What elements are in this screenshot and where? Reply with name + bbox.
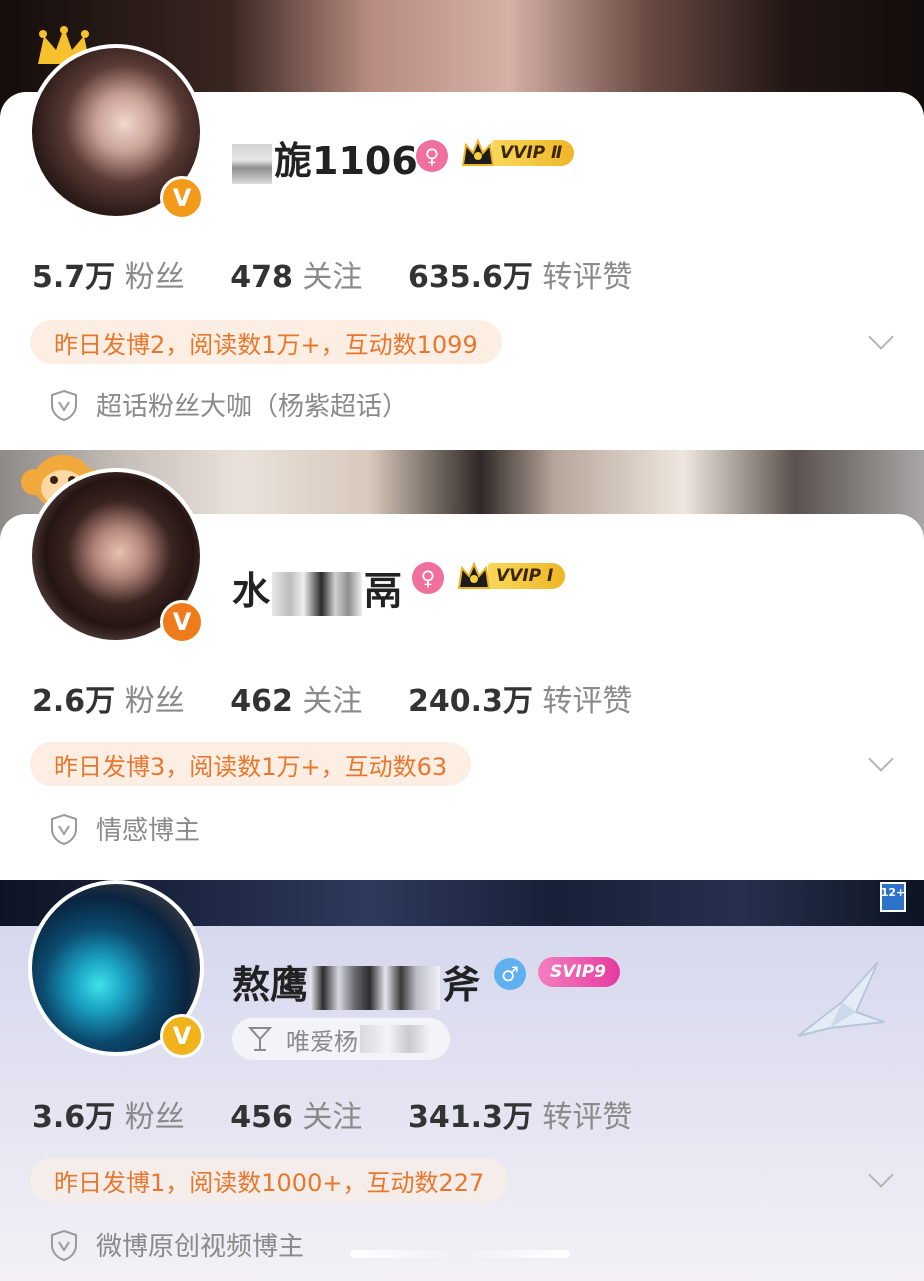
identity-tag[interactable]: 超话粉丝大咖（杨紫超话） xyxy=(50,386,408,423)
stats-row: 3.6万 粉丝 456 关注 341.3万 转评赞 xyxy=(32,1092,632,1136)
profile-card-2: V 水鬲 ♀ VVIP Ⅰ 2.6万 粉丝 462 关注 240.3万 转评赞 … xyxy=(0,450,924,880)
fans-stat[interactable]: 5.7万 粉丝 xyxy=(32,260,185,295)
fan-tag-chip[interactable]: 唯爱杨 xyxy=(232,1018,450,1060)
activity-summary[interactable]: 昨日发博3，阅读数1万+，互动数63 xyxy=(30,742,472,786)
profile-card-1: V 旎1106 ♀ VVIP Ⅱ 5.7万 粉丝 478 关注 635.6万 转… xyxy=(0,0,924,450)
age-rating-badge: 12+ xyxy=(880,882,906,912)
blur-mosaic xyxy=(360,1025,430,1053)
fans-stat[interactable]: 2.6万 粉丝 xyxy=(32,684,185,719)
username[interactable]: 水鬲 xyxy=(232,560,402,616)
identity-tag[interactable]: 微博原创视频博主 xyxy=(50,1226,304,1263)
following-stat[interactable]: 462 关注 xyxy=(230,684,362,719)
blur-mosaic xyxy=(272,571,363,616)
paper-crane-icon xyxy=(797,961,885,1037)
engagement-stat[interactable]: 635.6万 转评赞 xyxy=(408,260,632,295)
shield-icon xyxy=(51,813,77,845)
identity-tag[interactable]: 情感博主 xyxy=(50,810,200,847)
vip-badge[interactable]: VVIP Ⅰ xyxy=(456,560,566,592)
engagement-stat[interactable]: 341.3万 转评赞 xyxy=(408,1100,632,1135)
female-icon: ♀ xyxy=(412,562,444,594)
shield-icon xyxy=(51,1229,77,1261)
username[interactable]: 熬鹰斧 xyxy=(232,954,480,1010)
verified-badge-icon: V xyxy=(160,1014,204,1058)
stats-row: 2.6万 粉丝 462 关注 240.3万 转评赞 xyxy=(32,676,632,720)
profile-card-3: 12+ V 熬鹰斧 ♂ SVIP9 唯爱杨 3.6万 粉丝 456 关注 341… xyxy=(0,880,924,1281)
blur-mosaic xyxy=(310,965,441,1010)
blur-mosaic xyxy=(232,143,272,184)
activity-summary[interactable]: 昨日发博1，阅读数1000+，互动数227 xyxy=(30,1158,509,1202)
verified-badge-icon: V xyxy=(160,600,204,644)
fans-stat[interactable]: 3.6万 粉丝 xyxy=(32,1100,185,1135)
following-stat[interactable]: 456 关注 xyxy=(230,1100,362,1135)
blur-mosaic xyxy=(350,1250,570,1258)
username[interactable]: 旎1106 xyxy=(232,130,418,185)
verified-badge-icon: V xyxy=(160,176,204,220)
activity-summary[interactable]: 昨日发博2，阅读数1万+，互动数1099 xyxy=(30,320,502,364)
female-icon: ♀ xyxy=(416,140,448,172)
cocktail-icon xyxy=(248,1027,272,1051)
vip-badge[interactable]: SVIP9 xyxy=(538,956,621,988)
vip-crown-icon xyxy=(457,561,491,589)
vip-badge[interactable]: VVIP Ⅱ xyxy=(460,137,575,169)
following-stat[interactable]: 478 关注 xyxy=(230,260,362,295)
male-icon: ♂ xyxy=(494,958,526,990)
stats-row: 5.7万 粉丝 478 关注 635.6万 转评赞 xyxy=(32,252,632,296)
shield-icon xyxy=(51,389,77,421)
engagement-stat[interactable]: 240.3万 转评赞 xyxy=(408,684,632,719)
vip-crown-icon xyxy=(461,138,495,166)
